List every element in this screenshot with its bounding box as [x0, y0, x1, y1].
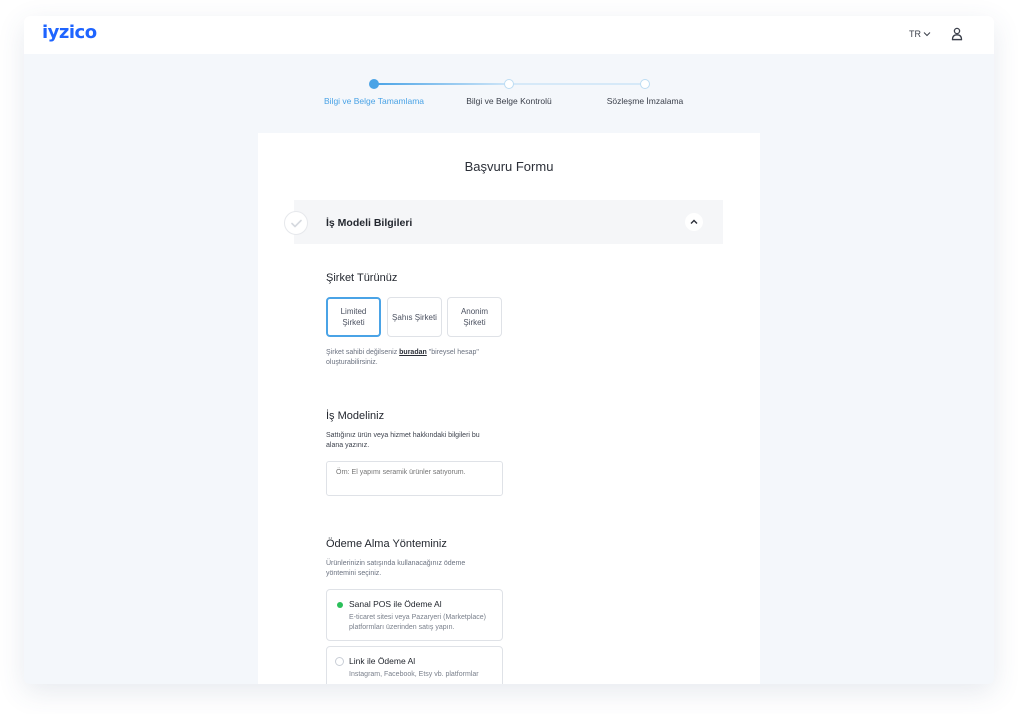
chevron-down-icon: [923, 32, 931, 37]
user-icon[interactable]: [951, 27, 963, 41]
payment-option-link[interactable]: Link ile Ödeme Al Instagram, Facebook, E…: [326, 646, 503, 684]
radio-unselected[interactable]: [335, 657, 344, 666]
company-type-anonim[interactable]: Anonim Şirketi: [447, 297, 502, 337]
step-dot-3: [640, 79, 650, 89]
company-type-label: Limited Şirketi: [340, 307, 367, 327]
payment-method-heading: Ödeme Alma Yönteminiz: [326, 538, 447, 550]
business-model-heading: İş Modeliniz: [326, 410, 385, 422]
form-title: Başvuru Formu: [464, 159, 554, 174]
payment-option-title: Sanal POS ile Ödeme Al: [349, 599, 442, 609]
section-title: İş Modeli Bilgileri: [326, 217, 413, 229]
language-label: TR: [909, 29, 921, 39]
company-type-limited[interactable]: Limited Şirketi: [326, 297, 381, 337]
payment-option-title: Link ile Ödeme Al: [349, 656, 416, 666]
company-type-label: Şahıs Şirketi: [392, 312, 437, 322]
top-bar: iyzico TR: [24, 16, 994, 54]
chevron-up-icon: [690, 219, 698, 224]
business-model-input[interactable]: [326, 461, 503, 496]
collapse-section-button[interactable]: [685, 213, 703, 231]
company-type-heading: Şirket Türünüz: [326, 272, 398, 284]
hint-text-before: Şirket sahibi değilseniz: [326, 349, 400, 356]
application-form-card: Başvuru Formu İş Modeli Bilgileri Şirket…: [258, 133, 760, 684]
company-type-sahis[interactable]: Şahıs Şirketi: [387, 297, 442, 337]
payment-option-description: E-ticaret sitesi veya Pazaryeri (Marketp…: [349, 614, 486, 631]
step-dot-2: [504, 79, 514, 89]
step-label-3: Sözleşme İmzalama: [606, 96, 684, 106]
payment-method-description: Ürünlerinizin satışında kullanacağınız ö…: [326, 560, 466, 577]
individual-account-hint: Şirket sahibi değilseniz buradan "bireys…: [326, 348, 491, 368]
section-check-icon: [284, 211, 308, 235]
progress-stepper: Bilgi ve Belge Tamamlama Bilgi ve Belge …: [24, 76, 994, 116]
step-label-1: Bilgi ve Belge Tamamlama: [324, 96, 424, 106]
radio-selected[interactable]: [335, 600, 344, 609]
step-label-2: Bilgi ve Belge Kontrolü: [466, 96, 552, 106]
iyzico-logo[interactable]: iyzico: [42, 22, 97, 43]
company-type-label: Anonim Şirketi: [460, 307, 489, 327]
payment-option-virtual-pos[interactable]: Sanal POS ile Ödeme Al E-ticaret sitesi …: [326, 589, 503, 641]
app-window: iyzico TR Bilgi ve Belge Tamamlama Bilgi…: [24, 16, 994, 684]
step-dot-1: [369, 79, 379, 89]
stepper-line-remaining: [509, 83, 646, 85]
business-model-description: Sattığınız ürün veya hizmet hakkındaki b…: [326, 432, 480, 449]
payment-option-description: Instagram, Facebook, Etsy vb. platformla…: [349, 671, 479, 678]
check-icon: [290, 219, 302, 227]
individual-account-link[interactable]: buradan: [399, 349, 427, 356]
stepper-line-progress: [374, 83, 509, 85]
language-selector[interactable]: TR: [909, 29, 931, 39]
